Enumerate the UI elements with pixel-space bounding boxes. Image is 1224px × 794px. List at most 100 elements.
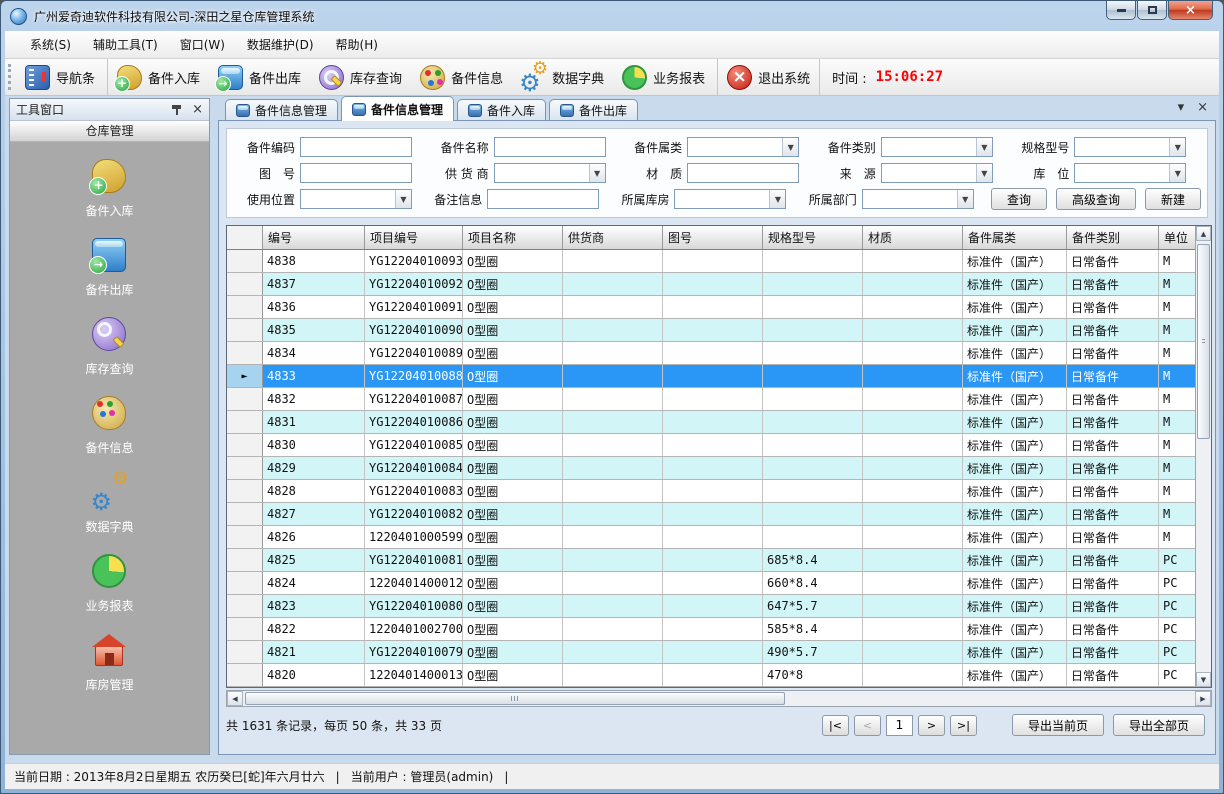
field-input[interactable] [301,164,411,182]
table-row[interactable]: 4836 YG12204010091 O型圈 标准件（国产） 日常备件 [227,296,1195,319]
menu-item[interactable]: 帮助(H) [325,32,389,58]
search-action-button[interactable]: 查询 [991,188,1047,210]
field-input[interactable] [301,190,395,208]
column-header[interactable]: 材质 [863,226,963,249]
sidebar-item[interactable]: 库房管理 [85,633,133,693]
column-header[interactable]: 备件类别 [1067,226,1159,249]
field-input[interactable] [688,138,782,156]
column-header[interactable]: 单位 [1159,226,1195,249]
table-row[interactable]: 4826 1220401000599 O型圈 标准件（国产） 日常备件 [227,526,1195,549]
row-selector-cell[interactable] [227,434,263,456]
table-row[interactable]: 4829 YG12204010084 O型圈 标准件（国产） 日常备件 [227,457,1195,480]
row-selector-cell[interactable] [227,595,263,617]
row-selector-cell[interactable] [227,572,263,594]
table-row[interactable]: 4838 YG12204010093 O型圈 标准件（国产） 日常备件 [227,250,1195,273]
table-row[interactable]: 4831 YG12204010086 O型圈 标准件（国产） 日常备件 [227,411,1195,434]
chevron-down-icon[interactable]: ▼ [976,164,992,182]
toolbar-button[interactable]: 备件入库 [107,59,209,95]
row-selector-cell[interactable] [227,641,263,663]
table-row[interactable]: 4828 YG12204010083 O型圈 标准件（国产） 日常备件 [227,480,1195,503]
chevron-down-icon[interactable]: ▼ [957,190,973,208]
column-header[interactable]: 规格型号 [763,226,863,249]
field-input[interactable] [495,164,589,182]
row-selector-cell[interactable] [227,549,263,571]
field-input[interactable] [688,164,798,182]
scroll-up-icon[interactable]: ▲ [1196,226,1211,241]
scroll-down-icon[interactable]: ▼ [1196,672,1211,687]
table-row[interactable]: ► 4833 YG12204010088 O型圈 标准件（国产） [227,365,1195,388]
table-row[interactable]: 4823 YG12204010080 O型圈 647*5.7 标准件（国产） [227,595,1195,618]
table-row[interactable]: 4821 YG12204010079 O型圈 490*5.7 标准件（国产） [227,641,1195,664]
panel-close-icon[interactable]: × [192,103,203,116]
table-row[interactable]: 4822 1220401002700 O型圈 585*8.4 标准件（国产） [227,618,1195,641]
column-header[interactable]: 项目编号 [365,226,463,249]
row-selector-cell[interactable] [227,250,263,272]
chevron-down-icon[interactable]: ▼ [769,190,785,208]
field-input[interactable] [882,164,976,182]
row-selector-cell[interactable] [227,526,263,548]
page-number-input[interactable] [886,715,913,736]
field-input[interactable] [1075,138,1169,156]
row-selector-cell[interactable] [227,618,263,640]
scroll-left-icon[interactable]: ◀ [227,691,243,706]
column-header[interactable]: 图号 [663,226,763,249]
table-row[interactable]: 4832 YG12204010087 O型圈 标准件（国产） 日常备件 [227,388,1195,411]
maximize-button[interactable] [1137,1,1167,20]
column-header[interactable]: 供货商 [563,226,663,249]
field-input[interactable] [882,138,976,156]
pin-icon[interactable] [171,104,182,115]
tab-close-icon[interactable]: × [1197,101,1208,114]
chevron-down-icon[interactable]: ▼ [395,190,411,208]
row-selector-cell[interactable] [227,388,263,410]
toolbar-button[interactable]: 库存查询 [310,59,411,95]
toolbar-button[interactable]: 备件信息 [411,59,512,95]
first-page-button[interactable]: |< [822,715,849,736]
export-current-page-button[interactable]: 导出当前页 [1012,714,1104,736]
minimize-button[interactable] [1106,1,1136,20]
next-page-button[interactable]: > [918,715,945,736]
toolbar-button[interactable]: 数据字典 [512,59,613,95]
scroll-right-icon[interactable]: ▶ [1195,691,1211,706]
row-selector-cell[interactable] [227,503,263,525]
toolbar-button[interactable]: 备件出库 [209,59,310,95]
column-header[interactable]: 编号 [263,226,365,249]
close-button[interactable]: × [1168,1,1213,20]
chevron-down-icon[interactable]: ▼ [782,138,798,156]
toolbar-button[interactable]: 导航条 [16,59,104,95]
field-input[interactable] [1075,164,1169,182]
document-tab[interactable]: 备件出库 [549,99,638,121]
row-selector-cell[interactable] [227,411,263,433]
field-input[interactable] [863,190,957,208]
menu-item[interactable]: 辅助工具(T) [82,32,169,58]
tab-list-dropdown-icon[interactable]: ▾ [1178,101,1185,114]
toolbar-button[interactable]: 业务报表 [613,59,714,95]
horizontal-scroll-thumb[interactable] [245,692,785,705]
export-all-pages-button[interactable]: 导出全部页 [1113,714,1205,736]
row-selector-cell[interactable] [227,342,263,364]
row-selector-cell[interactable] [227,273,263,295]
row-selector-cell[interactable] [227,480,263,502]
table-row[interactable]: 4825 YG12204010081 O型圈 685*8.4 标准件（国产） [227,549,1195,572]
table-row[interactable]: 4827 YG12204010082 O型圈 标准件（国产） 日常备件 [227,503,1195,526]
menu-item[interactable]: 窗口(W) [169,32,236,58]
field-input[interactable] [495,138,605,156]
sidebar-item[interactable]: 备件入库 [85,159,133,219]
menu-item[interactable]: 数据维护(D) [236,32,325,58]
document-tab[interactable]: 备件入库 [457,99,546,121]
sidebar-item[interactable]: 业务报表 [85,554,133,614]
chevron-down-icon[interactable]: ▼ [1169,138,1185,156]
chevron-down-icon[interactable]: ▼ [589,164,605,182]
sidebar-item[interactable]: 备件出库 [85,238,133,298]
table-row[interactable]: 4834 YG12204010089 O型圈 标准件（国产） 日常备件 [227,342,1195,365]
row-selector-cell[interactable] [227,296,263,318]
toolbar-button[interactable]: 退出系统 [717,59,819,95]
field-input[interactable] [488,190,598,208]
chevron-down-icon[interactable]: ▼ [1169,164,1185,182]
column-header[interactable]: 备件属类 [963,226,1067,249]
row-selector-cell[interactable]: ► [227,365,263,387]
vertical-scrollbar[interactable]: ▲ ▼ [1195,226,1211,687]
table-row[interactable]: 4824 1220401400012 O型圈 660*8.4 标准件（国产） [227,572,1195,595]
row-selector-cell[interactable] [227,319,263,341]
table-row[interactable]: 4830 YG12204010085 O型圈 标准件（国产） 日常备件 [227,434,1195,457]
menu-item[interactable]: 系统(S) [19,32,82,58]
